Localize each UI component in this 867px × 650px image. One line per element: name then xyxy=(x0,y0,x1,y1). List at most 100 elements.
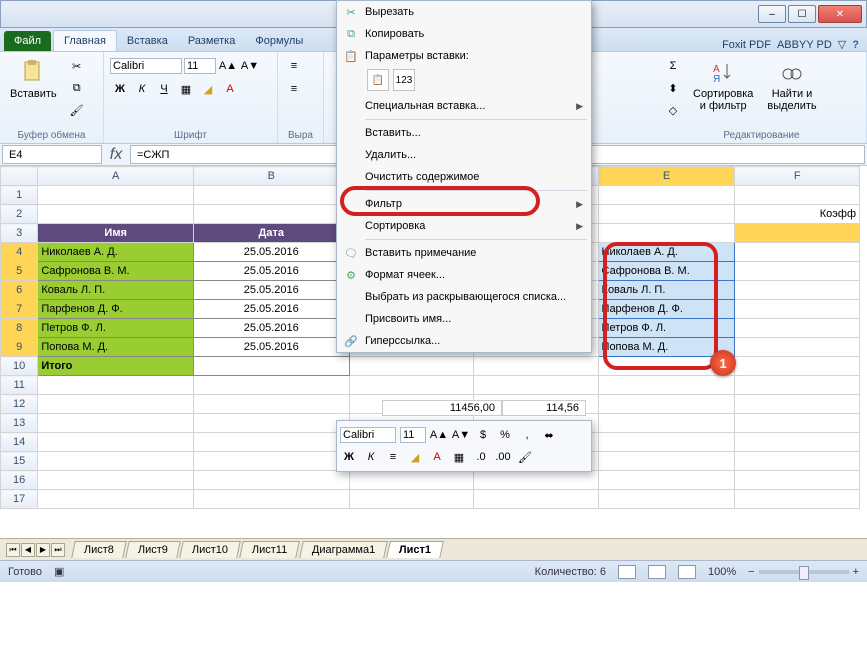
cell[interactable]: 25.05.2016 xyxy=(193,338,349,357)
ribbon-minimize-icon[interactable]: ▽ xyxy=(838,38,846,51)
paste-option-default[interactable]: 📋 xyxy=(367,69,389,91)
fx-icon[interactable]: fx xyxy=(104,144,128,165)
mini-font-name[interactable] xyxy=(340,427,396,443)
zoom-in-button[interactable]: + xyxy=(853,566,859,578)
mini-fill-color-icon[interactable]: ◢ xyxy=(406,448,424,466)
mini-align-icon[interactable]: ≡ xyxy=(384,448,402,466)
macro-record-icon[interactable]: ▣ xyxy=(54,565,64,578)
ctx-filter[interactable]: Фильтр▶ xyxy=(337,193,591,215)
ctx-clear-contents[interactable]: Очистить содержимое xyxy=(337,166,591,188)
mini-bold-icon[interactable]: Ж xyxy=(340,448,358,466)
col-header-b[interactable]: B xyxy=(193,167,349,186)
help-icon[interactable]: ? xyxy=(852,39,859,51)
sort-filter-button[interactable]: АЯ Сортировка и фильтр xyxy=(689,56,757,114)
sheet-nav-first[interactable]: ⏮ xyxy=(6,543,20,557)
row-header[interactable]: 12 xyxy=(1,395,38,414)
ctx-insert-comment[interactable]: 🗨Вставить примечание xyxy=(337,242,591,264)
autosum-icon[interactable]: Σ xyxy=(663,56,683,76)
cell[interactable]: 25.05.2016 xyxy=(193,300,349,319)
cell[interactable]: Парфенов Д. Ф. xyxy=(38,300,194,319)
ctx-define-name[interactable]: Присвоить имя... xyxy=(337,308,591,330)
col-header-e[interactable]: E xyxy=(598,167,735,186)
mini-font-color-icon[interactable]: A xyxy=(428,448,446,466)
font-size-select[interactable] xyxy=(184,58,216,74)
row-header[interactable]: 15 xyxy=(1,452,38,471)
cell[interactable]: Коваль Л. П. xyxy=(38,281,194,300)
mini-currency-icon[interactable]: $ xyxy=(474,426,492,444)
bold-icon[interactable]: Ж xyxy=(110,79,130,99)
ctx-hyperlink[interactable]: 🔗Гиперссылка... xyxy=(337,330,591,352)
format-painter-icon[interactable]: 🖌 xyxy=(67,100,87,120)
find-select-button[interactable]: Найти и выделить xyxy=(763,56,820,114)
cell[interactable]: Коваль Л. П. xyxy=(598,281,735,300)
cell[interactable]: Сафронова В. М. xyxy=(38,262,194,281)
cell[interactable]: Сафронова В. М. xyxy=(598,262,735,281)
cell[interactable]: Попова М. Д. xyxy=(38,338,194,357)
view-page-break-icon[interactable] xyxy=(678,565,696,579)
font-color-icon[interactable]: A xyxy=(220,79,240,99)
cell[interactable]: Николаев А. Д. xyxy=(598,243,735,262)
row-header[interactable]: 7 xyxy=(1,300,38,319)
mini-shrink-font-icon[interactable]: A▼ xyxy=(452,426,470,444)
font-name-select[interactable] xyxy=(110,58,182,74)
sheet-tab[interactable]: Лист10 xyxy=(179,541,241,558)
cell[interactable]: 25.05.2016 xyxy=(193,281,349,300)
sheet-nav-last[interactable]: ⏭ xyxy=(51,543,65,557)
italic-icon[interactable]: К xyxy=(132,79,152,99)
window-maximize-button[interactable]: ☐ xyxy=(788,5,816,23)
row-header[interactable]: 4 xyxy=(1,243,38,262)
row-header[interactable]: 11 xyxy=(1,376,38,395)
zoom-level[interactable]: 100% xyxy=(708,566,736,578)
paste-option-values[interactable]: 123 xyxy=(393,69,415,91)
copy-icon[interactable]: ⧉ xyxy=(67,78,87,98)
name-box[interactable] xyxy=(2,145,102,164)
row-header[interactable]: 8 xyxy=(1,319,38,338)
fill-icon[interactable]: ⬍ xyxy=(663,78,683,98)
mini-merge-icon[interactable]: ⬌ xyxy=(540,426,558,444)
mini-font-size[interactable] xyxy=(400,427,426,443)
select-all-corner[interactable] xyxy=(1,167,38,186)
mini-borders-icon[interactable]: ▦ xyxy=(450,448,468,466)
sheet-tab[interactable]: Диаграмма1 xyxy=(299,541,388,558)
view-page-layout-icon[interactable] xyxy=(648,565,666,579)
sheet-nav-prev[interactable]: ◀ xyxy=(21,543,35,557)
ctx-copy[interactable]: ⧉Копировать xyxy=(337,23,591,45)
clear-icon[interactable]: ◇ xyxy=(663,100,683,120)
tab-foxit[interactable]: Foxit PDF xyxy=(722,39,771,51)
cut-icon[interactable]: ✂ xyxy=(67,56,87,76)
grow-font-icon[interactable]: A▲ xyxy=(218,56,238,76)
row-header[interactable]: 14 xyxy=(1,433,38,452)
cell[interactable]: Петров Ф. Л. xyxy=(38,319,194,338)
shrink-font-icon[interactable]: A▼ xyxy=(240,56,260,76)
zoom-out-button[interactable]: − xyxy=(748,566,754,578)
cell[interactable]: Петров Ф. Л. xyxy=(598,319,735,338)
fill-color-icon[interactable]: ◢ xyxy=(198,79,218,99)
tab-formulas[interactable]: Формулы xyxy=(245,31,313,51)
row-header[interactable]: 6 xyxy=(1,281,38,300)
cell[interactable]: Николаев А. Д. xyxy=(38,243,194,262)
ctx-delete[interactable]: Удалить... xyxy=(337,144,591,166)
mini-format-painter-icon[interactable]: 🖌 xyxy=(516,448,534,466)
row-header[interactable]: 10 xyxy=(1,357,38,376)
ctx-paste-special[interactable]: Специальная вставка...▶ xyxy=(337,95,591,117)
tab-layout[interactable]: Разметка xyxy=(178,31,246,51)
cell[interactable]: 25.05.2016 xyxy=(193,319,349,338)
row-header[interactable]: 17 xyxy=(1,490,38,509)
row-header[interactable]: 2 xyxy=(1,205,38,224)
ctx-format-cells[interactable]: ⚙Формат ячеек... xyxy=(337,264,591,286)
mini-percent-icon[interactable]: % xyxy=(496,426,514,444)
mini-decrease-decimal-icon[interactable]: .0 xyxy=(472,448,490,466)
paste-button[interactable]: Вставить xyxy=(6,56,61,102)
mini-grow-font-icon[interactable]: A▲ xyxy=(430,426,448,444)
tab-file[interactable]: Файл xyxy=(4,31,51,51)
cell-total[interactable]: Итого xyxy=(38,357,194,376)
row-header[interactable]: 9 xyxy=(1,338,38,357)
sheet-nav-next[interactable]: ▶ xyxy=(36,543,50,557)
row-header[interactable]: 16 xyxy=(1,471,38,490)
cell[interactable]: Парфенов Д. Ф. xyxy=(598,300,735,319)
underline-icon[interactable]: Ч xyxy=(154,79,174,99)
view-normal-icon[interactable] xyxy=(618,565,636,579)
tab-insert[interactable]: Вставка xyxy=(117,31,178,51)
cell[interactable]: Коэфф xyxy=(735,205,860,224)
mini-comma-icon[interactable]: , xyxy=(518,426,536,444)
